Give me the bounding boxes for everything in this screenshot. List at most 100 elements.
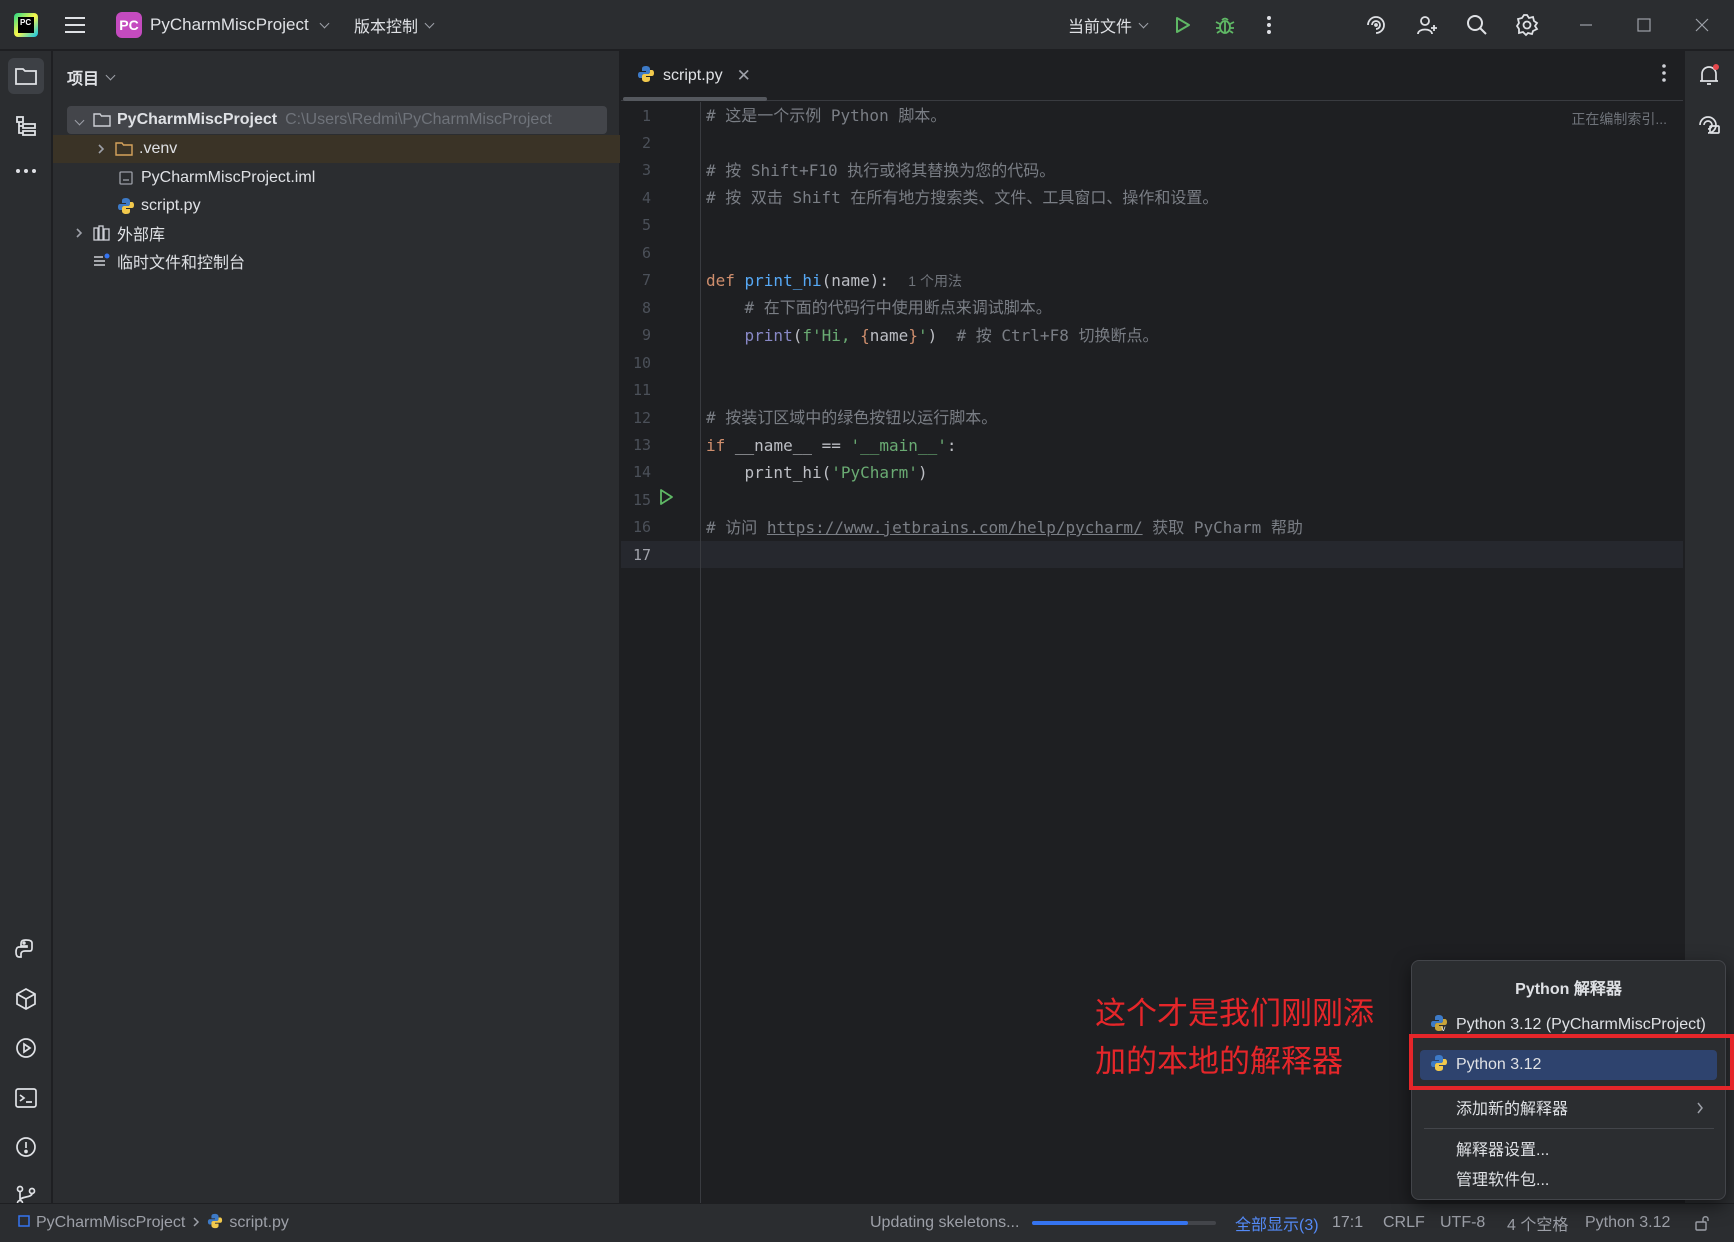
- tree-root-path: C:\Users\Redmi\PyCharmMiscProject: [285, 111, 552, 128]
- caret-position[interactable]: 17:1: [1332, 1204, 1363, 1242]
- chevron-right-icon: [1695, 1101, 1705, 1119]
- tree-item-external-libs[interactable]: 外部库: [71, 219, 165, 247]
- more-icon[interactable]: [1661, 63, 1667, 88]
- services-icon[interactable]: [8, 1030, 44, 1066]
- python-console-icon[interactable]: [8, 931, 44, 967]
- interpreter-selector[interactable]: Python 3.12: [1585, 1204, 1670, 1242]
- line-number: 3: [641, 161, 651, 179]
- hamburger-icon[interactable]: [62, 12, 88, 38]
- project-badge: PC: [116, 12, 142, 38]
- manage-packages-item[interactable]: 管理软件包...: [1420, 1163, 1717, 1193]
- ai-chat-icon[interactable]: [1691, 107, 1727, 143]
- option-label: Python 3.12 (PyCharmMiscProject): [1456, 1016, 1706, 1033]
- tree-external-libs-label: 外部库: [117, 227, 166, 244]
- line-number: 10: [632, 354, 651, 372]
- current-line-highlight: [621, 541, 1683, 568]
- popup-divider: [1424, 1128, 1714, 1129]
- code-line-7: def print_hi(name): 1 个用法: [706, 271, 962, 290]
- line-number: 11: [632, 381, 651, 399]
- tree-item-iml[interactable]: PyCharmMiscProject.iml: [117, 164, 315, 192]
- close-tab-icon[interactable]: ✕: [737, 66, 751, 86]
- status-bar: PyCharmMiscProject script.py Updating sk…: [0, 1203, 1734, 1242]
- line-number: 1: [641, 107, 651, 125]
- breadcrumb-file[interactable]: script.py: [229, 1214, 289, 1232]
- indent-setting[interactable]: 4 个空格: [1507, 1204, 1568, 1242]
- chevron-down-icon: [319, 18, 330, 28]
- code-line-13: if __name__ == '__main__':: [706, 436, 957, 455]
- python-file-icon: [637, 65, 655, 88]
- debug-icon[interactable]: [1209, 9, 1241, 41]
- close-icon[interactable]: [1686, 9, 1718, 41]
- interpreter-settings-item[interactable]: 解释器设置...: [1420, 1133, 1717, 1163]
- line-number: 12: [632, 409, 651, 427]
- breadcrumb-project[interactable]: PyCharmMiscProject: [36, 1214, 185, 1232]
- module-file-icon: [117, 169, 135, 187]
- annotation-line-2: 加的本地的解释器: [1095, 1044, 1343, 1079]
- project-panel-title: 项目: [67, 71, 100, 88]
- highlight-box: [1409, 1034, 1734, 1090]
- code-line-9: print(f'Hi, {name}') # 按 Ctrl+F8 切换断点。: [744, 326, 1159, 345]
- run-config-label: 当前文件: [1068, 19, 1133, 36]
- line-number-gutter: 1 2 3 4 5 6 7 8 9 10 11 12 13 14 15 16 1…: [621, 102, 701, 1242]
- terminal-icon[interactable]: [8, 1080, 44, 1116]
- tree-item-venv[interactable]: .venv: [53, 135, 620, 163]
- more-tools-icon[interactable]: [8, 153, 44, 189]
- usage-hint: 1 个用法: [908, 273, 962, 289]
- tree-item-root[interactable]: PyCharmMiscProject C:\Users\Redmi\PyChar…: [67, 106, 607, 134]
- popup-title: Python 解释器: [1515, 981, 1622, 998]
- maximize-icon[interactable]: [1628, 9, 1660, 41]
- indexing-status: 正在编制索引...: [1571, 111, 1667, 127]
- add-interpreter-item[interactable]: 添加新的解释器: [1420, 1092, 1717, 1122]
- add-user-icon[interactable]: [1411, 9, 1443, 41]
- editor-tab-bar: script.py ✕: [621, 51, 1683, 101]
- line-number: 13: [632, 436, 651, 454]
- chevron-down-icon: [105, 70, 116, 80]
- progress-fill: [1032, 1221, 1189, 1225]
- run-config-selector[interactable]: 当前文件: [1068, 11, 1149, 39]
- code-line-12: # 按装订区域中的绿色按钮以运行脚本。: [706, 408, 998, 427]
- svg-text:v: v: [1441, 1024, 1446, 1032]
- tree-venv-label: .venv: [139, 140, 178, 157]
- project-switcher[interactable]: PC PyCharmMiscProject: [116, 11, 330, 39]
- file-encoding[interactable]: UTF-8: [1440, 1204, 1485, 1242]
- breadcrumb: PyCharmMiscProject script.py: [18, 1204, 289, 1242]
- code-line-8: # 在下面的代码行中使用断点来调试脚本。: [744, 298, 1052, 317]
- tree-item-script[interactable]: script.py: [117, 192, 201, 220]
- lock-icon[interactable]: [1694, 1204, 1710, 1242]
- line-number: 9: [641, 326, 651, 344]
- project-name: PyCharmMiscProject: [150, 15, 309, 34]
- more-icon[interactable]: [1253, 9, 1285, 41]
- folder-icon[interactable]: [8, 58, 44, 94]
- run-icon[interactable]: [1166, 9, 1198, 41]
- chevron-right-icon[interactable]: [93, 141, 109, 157]
- folder-icon: [115, 140, 133, 158]
- python-file-icon: [117, 197, 135, 215]
- tab-script-py[interactable]: script.py ✕: [621, 51, 767, 101]
- tree-item-scratches[interactable]: 临时文件和控制台: [93, 247, 245, 275]
- gear-icon[interactable]: [1511, 9, 1543, 41]
- run-gutter-icon[interactable]: [657, 488, 675, 506]
- search-icon[interactable]: [1461, 9, 1493, 41]
- task-progress-bar: [1032, 1221, 1216, 1225]
- option-label: 解释器设置...: [1456, 1142, 1550, 1159]
- line-number: 14: [632, 463, 651, 481]
- project-panel-header[interactable]: 项目: [67, 65, 116, 89]
- chevron-right-icon[interactable]: [71, 225, 87, 241]
- chevron-down-icon[interactable]: [71, 112, 87, 128]
- scratches-icon: [93, 252, 111, 270]
- code-line-3: # 按 Shift+F10 执行或将其替换为您的代码。: [706, 161, 1056, 180]
- minimize-icon[interactable]: [1570, 9, 1602, 41]
- structure-icon[interactable]: [8, 108, 44, 144]
- module-icon: [18, 1214, 30, 1232]
- ai-assistant-icon[interactable]: [1360, 9, 1392, 41]
- line-number: 15: [632, 491, 651, 509]
- background-task[interactable]: Updating skeletons...: [870, 1204, 1019, 1242]
- line-separator[interactable]: CRLF: [1383, 1204, 1425, 1242]
- notifications-icon[interactable]: [1691, 57, 1727, 93]
- line-number: 4: [641, 189, 651, 207]
- vcs-menu[interactable]: 版本控制: [354, 11, 435, 39]
- problems-icon[interactable]: [8, 1129, 44, 1165]
- show-all-tasks-link[interactable]: 全部显示(3): [1235, 1204, 1319, 1242]
- folder-icon: [93, 111, 111, 129]
- python-packages-icon[interactable]: [8, 981, 44, 1017]
